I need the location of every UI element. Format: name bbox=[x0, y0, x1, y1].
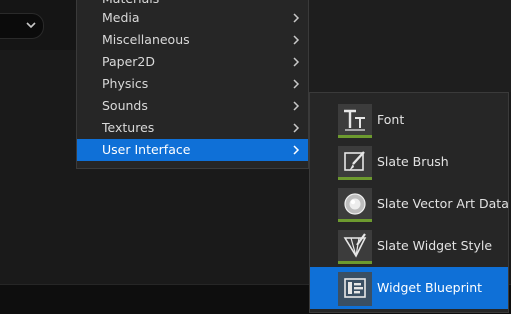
menu-item-media[interactable]: Media bbox=[77, 7, 308, 29]
asset-thumbnail bbox=[338, 188, 372, 222]
chevron-right-icon bbox=[293, 123, 300, 133]
submenu-item-label: Slate Widget Style bbox=[377, 238, 493, 253]
sphere-icon bbox=[344, 193, 366, 215]
chevron-right-icon bbox=[293, 79, 300, 89]
submenu-item-font[interactable]: Font bbox=[310, 99, 508, 141]
menu-item-label: Physics bbox=[102, 76, 149, 91]
menu-item-physics[interactable]: Physics bbox=[77, 73, 308, 95]
asset-thumbnail bbox=[338, 230, 372, 264]
submenu-item-slate-brush[interactable]: Slate Brush bbox=[310, 141, 508, 183]
brush-icon bbox=[344, 151, 365, 171]
asset-type-bar bbox=[338, 219, 372, 222]
chevron-right-icon bbox=[293, 145, 300, 155]
submenu-item-label: Slate Vector Art Data bbox=[377, 196, 509, 211]
chevron-right-icon bbox=[293, 13, 300, 23]
menu-item-label: Textures bbox=[102, 120, 155, 135]
filter-dropdown[interactable] bbox=[0, 13, 44, 39]
menu-item-miscellaneous[interactable]: Miscellaneous bbox=[77, 29, 308, 51]
chevron-right-icon bbox=[293, 35, 300, 45]
asset-thumbnail bbox=[338, 104, 372, 138]
menu-item-label: Paper2D bbox=[102, 54, 155, 69]
menu-item-label: Media bbox=[102, 10, 140, 25]
submenu-item-slate-vector-art-data[interactable]: Slate Vector Art Data bbox=[310, 183, 509, 225]
menu-item-user-interface[interactable]: User Interface bbox=[77, 139, 308, 161]
chevron-right-icon bbox=[293, 57, 300, 67]
user-interface-submenu: Font Slate Brush Slate Vector Art Data S… bbox=[309, 92, 509, 313]
asset-thumbnail bbox=[338, 272, 372, 306]
context-menu: Materials Media Miscellaneous Paper2D Ph… bbox=[76, 0, 309, 169]
toolbar-area-right bbox=[309, 0, 511, 92]
menu-item-label: User Interface bbox=[102, 142, 191, 157]
menu-item-textures[interactable]: Textures bbox=[77, 117, 308, 139]
asset-type-bar bbox=[338, 177, 372, 180]
menu-item-label: Miscellaneous bbox=[102, 32, 190, 47]
asset-type-bar bbox=[338, 261, 372, 264]
submenu-item-slate-widget-style[interactable]: Slate Widget Style bbox=[310, 225, 508, 267]
menu-item-label: Sounds bbox=[102, 98, 148, 113]
chevron-down-icon bbox=[26, 22, 36, 29]
menu-item-sounds[interactable]: Sounds bbox=[77, 95, 308, 117]
asset-type-bar bbox=[338, 135, 372, 138]
asset-thumbnail bbox=[338, 146, 372, 180]
submenu-item-label: Slate Brush bbox=[377, 154, 449, 169]
menu-item-paper2d[interactable]: Paper2D bbox=[77, 51, 308, 73]
font-icon bbox=[344, 109, 365, 131]
widget-style-icon bbox=[343, 233, 367, 258]
submenu-item-label: Widget Blueprint bbox=[377, 280, 483, 295]
submenu-item-label: Font bbox=[377, 112, 405, 127]
widget-blueprint-icon bbox=[344, 278, 366, 298]
chevron-right-icon bbox=[293, 101, 300, 111]
submenu-item-widget-blueprint[interactable]: Widget Blueprint bbox=[310, 267, 508, 309]
